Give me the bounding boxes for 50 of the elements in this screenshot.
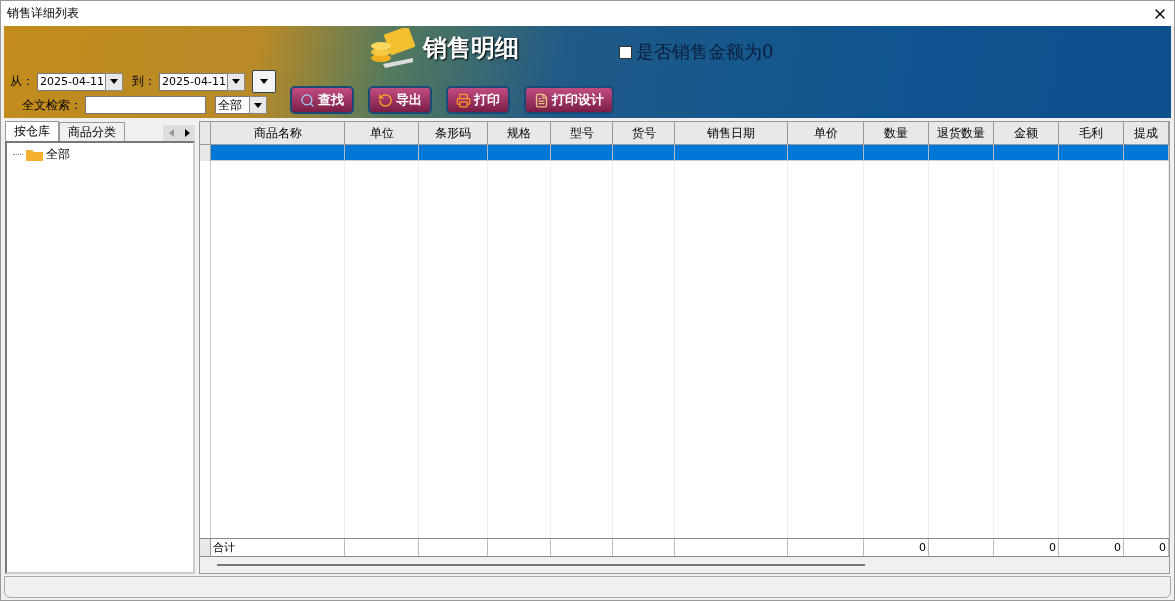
printer-icon — [456, 92, 471, 108]
totals-label: 合计 — [213, 540, 235, 555]
checkbox[interactable] — [619, 45, 632, 59]
paper-icon — [534, 92, 549, 108]
design-button[interactable]: 打印设计 — [524, 86, 614, 114]
search-field[interactable] — [85, 96, 206, 114]
total-value: 0 — [1159, 541, 1166, 554]
column-header[interactable]: 退货数量 — [929, 122, 994, 145]
table-row[interactable] — [200, 145, 1169, 161]
column-header[interactable]: 条形码 — [419, 122, 488, 145]
total-value: 0 — [1114, 541, 1121, 554]
folder-icon — [26, 148, 43, 161]
column-header[interactable]: 规格 — [488, 122, 551, 145]
column-header[interactable]: 单价 — [788, 122, 864, 145]
column-header[interactable]: 商品名称 — [211, 122, 345, 145]
column-header[interactable]: 数量 — [864, 122, 929, 145]
caret-icon — [260, 79, 268, 84]
column-header[interactable]: 型号 — [551, 122, 613, 145]
scrollbar-thumb[interactable] — [217, 564, 865, 566]
circular-arrow-icon — [378, 92, 393, 108]
checkbox-label: 是否销售金额为0 — [636, 40, 774, 64]
total-value: 0 — [919, 541, 926, 554]
dropdown-button[interactable] — [252, 70, 276, 93]
export-button[interactable]: 导出 — [368, 86, 432, 114]
caret-icon — [232, 79, 240, 84]
dropdown-button[interactable] — [227, 72, 245, 91]
right-arrow-icon[interactable] — [184, 129, 190, 137]
column-header[interactable]: 单位 — [345, 122, 419, 145]
to-label: 到： — [132, 73, 156, 90]
caret-icon — [254, 102, 262, 108]
window-title: 销售详细列表 — [7, 5, 79, 22]
column-header[interactable]: 货号 — [613, 122, 675, 145]
dropdown-button[interactable] — [105, 72, 123, 91]
column-header[interactable]: 销售日期 — [675, 122, 788, 145]
banner-title: 销售明细 — [423, 33, 519, 64]
dropdown-button[interactable] — [249, 96, 267, 114]
column-header[interactable]: 金额 — [994, 122, 1059, 145]
tab[interactable]: 商品分类 — [59, 122, 125, 141]
caret-icon — [110, 79, 118, 84]
coins-laptop-icon — [369, 28, 415, 68]
total-value: 0 — [1049, 541, 1056, 554]
print-button[interactable]: 打印 — [446, 86, 510, 114]
tree-item[interactable]: 全部 — [46, 146, 70, 163]
from-label: 从： — [10, 73, 34, 90]
search-label: 全文检索： — [22, 96, 82, 114]
tab[interactable]: 按仓库 — [5, 121, 59, 141]
search-button[interactable]: 查找 — [290, 86, 354, 114]
search-icon — [300, 92, 315, 108]
column-header[interactable]: 毛利 — [1059, 122, 1124, 145]
column-header[interactable]: 提成 — [1124, 122, 1169, 145]
